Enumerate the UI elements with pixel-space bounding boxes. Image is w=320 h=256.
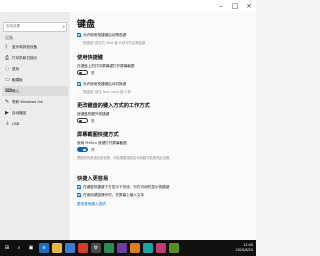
typing-toggle-state: 关	[91, 118, 95, 123]
typing-heading: 更改键盘的键入方式的工作方式	[77, 103, 150, 109]
photos-icon[interactable]	[104, 243, 114, 253]
other-typing-options-link[interactable]: 更改其他键入选项	[77, 202, 106, 207]
windows-icon[interactable]: ⊞	[2, 243, 12, 253]
sidebar-item-label: 自动播放	[12, 111, 27, 115]
search-icon[interactable]: ⌕	[14, 243, 24, 253]
pen-icon: ✎	[5, 99, 10, 105]
onscreen-text-label: 在使用键盘操作时，在屏幕上输入文本	[83, 193, 145, 197]
touchpad-icon: ▭	[5, 77, 10, 83]
app-icon[interactable]	[130, 243, 140, 253]
taskbar: ⊞ ⌕ ▣ e ⚙ 12:00 2020/8/20	[0, 240, 256, 256]
screenshot-hint: 根据你的其他应用设置，可能需要重新启动电脑才能更改此设置。	[77, 156, 173, 160]
mouse-icon: ◌	[5, 66, 10, 72]
filter-keys-hint: 快捷键: 按住右 Shift 键 8 秒可开启筛选键	[83, 41, 146, 45]
typing-label: 按键盘的额外快捷键	[77, 112, 110, 116]
easier-heading: 快捷入更容易	[77, 176, 109, 182]
app3-icon[interactable]	[156, 243, 166, 253]
sidebar-item-bluetooth[interactable]: ᛒ 蓝牙和其他设备	[2, 42, 68, 52]
app2-icon[interactable]	[143, 243, 153, 253]
sidebar-item-usb[interactable]: ⏚ USB	[2, 119, 68, 129]
underline-shortcuts-checkbox[interactable]	[77, 185, 81, 189]
toggle-keys-hint: 快捷键: 按住 Num Lock 键 5 秒	[83, 90, 131, 94]
clock-date: 2020/8/20	[235, 248, 253, 252]
sidebar-item-mouse[interactable]: ◌ 鼠标	[2, 64, 68, 74]
filter-keys-checkbox[interactable]	[77, 33, 81, 37]
toggle-keys-label: 允许使用快捷键启动切换键	[83, 82, 127, 86]
sidebar-item-label: 鼠标	[12, 67, 20, 71]
video-icon[interactable]	[117, 243, 127, 253]
app4-icon[interactable]	[169, 243, 179, 253]
sidebar-section-title: 设备	[5, 35, 13, 40]
maximize-icon[interactable]: □	[228, 0, 242, 12]
screenshot-label: 使用 PrtScn 按键打开屏幕截图	[77, 141, 127, 145]
sidebar-item-pen[interactable]: ✎ 笔和 Windows Ink	[2, 97, 68, 107]
store-icon[interactable]	[65, 243, 75, 253]
filter-keys-label: 允许使用快捷键启动筛选键	[83, 33, 127, 37]
task-view-icon[interactable]: ▣	[26, 243, 36, 253]
sidebar-item-autoplay[interactable]: ▶ 自动播放	[2, 108, 68, 118]
sidebar-item-label: 触摸板	[12, 78, 23, 82]
screenshot-toggle[interactable]	[77, 147, 88, 152]
page-title: 键盘	[77, 20, 96, 30]
hotkey-heading: 使用快捷键	[77, 55, 103, 61]
bluetooth-icon: ᛒ	[5, 44, 9, 50]
taskbar-clock[interactable]: 12:00 2020/8/20	[236, 243, 253, 253]
edge-icon[interactable]: e	[39, 243, 49, 253]
onscreen-text-checkbox[interactable]	[77, 193, 81, 197]
sidebar-item-printers[interactable]: ⎙ 打印机和扫描仪	[2, 53, 68, 63]
sidebar-item-label: 输入	[12, 89, 20, 93]
underline-shortcuts-label: 在键盘快捷键下方显示下划线，可在可用时显示快捷键	[83, 185, 170, 189]
sidebar-item-label: USB	[12, 122, 20, 126]
printer-icon: ⎙	[5, 55, 10, 61]
hotkey-label: 在键盘上的打印屏幕键打开屏幕截图	[77, 64, 135, 68]
screenshot-heading: 屏幕截图快捷方式	[77, 132, 119, 138]
sidebar-item-typing[interactable]: ⌨ 输入	[2, 86, 68, 96]
mail-icon[interactable]	[78, 243, 88, 253]
hotkey-toggle[interactable]	[77, 70, 88, 75]
search-icon: ⌕	[62, 24, 65, 30]
settings-icon[interactable]: ⚙	[91, 243, 101, 253]
toggle-keys-checkbox[interactable]	[77, 82, 81, 86]
autoplay-icon: ▶	[5, 110, 9, 116]
hotkey-toggle-state: 关	[91, 70, 95, 75]
settings-sidebar: 查找设置 ⌕ 设备 ᛒ 蓝牙和其他设备 ⎙ 打印机和扫描仪 ◌ 鼠标 ▭ 触摸板…	[0, 12, 70, 240]
close-icon[interactable]: ×	[242, 0, 256, 12]
search-settings-input[interactable]: 查找设置 ⌕	[3, 22, 67, 32]
search-placeholder: 查找设置	[6, 24, 20, 28]
folder-icon[interactable]	[52, 243, 62, 253]
sidebar-item-label: 笔和 Windows Ink	[12, 100, 43, 104]
sidebar-item-label: 蓝牙和其他设备	[12, 45, 38, 49]
minimize-icon[interactable]: –	[214, 0, 228, 12]
usb-icon: ⏚	[5, 121, 11, 127]
typing-toggle[interactable]	[77, 118, 88, 123]
window-titlebar: – □ ×	[0, 0, 256, 12]
screenshot-toggle-state: 开	[91, 147, 95, 152]
sidebar-item-touchpad[interactable]: ▭ 触摸板	[2, 75, 68, 85]
sidebar-item-label: 打印机和扫描仪	[12, 56, 38, 60]
settings-content: 键盘 允许使用快捷键启动筛选键 快捷键: 按住右 Shift 键 8 秒可开启筛…	[70, 12, 256, 240]
